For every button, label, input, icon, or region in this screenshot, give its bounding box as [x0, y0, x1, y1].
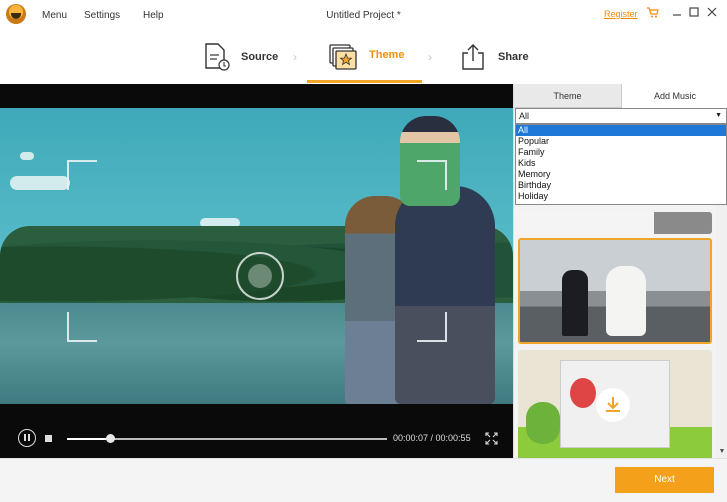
dropdown-option[interactable]: Birthday: [516, 180, 726, 191]
source-file-icon: [205, 43, 230, 71]
video-preview[interactable]: [0, 84, 513, 458]
theme-panel: Theme Add Music ▼ All ▼ All Popular Fami…: [513, 84, 727, 458]
stop-button[interactable]: [45, 435, 52, 442]
pause-button[interactable]: [18, 429, 36, 447]
fullscreen-icon[interactable]: [485, 432, 498, 445]
menu-help[interactable]: Help: [143, 10, 164, 21]
theme-thumbnail[interactable]: [518, 238, 712, 344]
theme-category-dropdown: All Popular Family Kids Memory Birthday …: [515, 124, 727, 205]
chevron-right-icon: ›: [428, 50, 432, 64]
dropdown-option[interactable]: Holiday: [516, 191, 726, 202]
dropdown-arrow-icon: ▼: [715, 112, 722, 119]
focus-corner: [417, 312, 447, 342]
seek-thumb[interactable]: [106, 434, 116, 443]
select-value: All: [519, 111, 530, 121]
video-frame: [0, 108, 513, 404]
theme-category-select[interactable]: All ▼: [515, 108, 727, 124]
download-button[interactable]: [596, 388, 630, 422]
app-logo-icon: [6, 4, 26, 24]
step-source-label: Source: [241, 51, 279, 63]
step-theme-label: Theme: [369, 49, 405, 61]
dropdown-option[interactable]: All: [516, 125, 726, 136]
register-link[interactable]: Register: [604, 9, 638, 19]
playback-controls: 00:00:07 / 00:00:55: [0, 420, 513, 458]
theme-thumbnail[interactable]: [518, 212, 712, 234]
bottom-bar: Next: [0, 458, 727, 502]
focus-corner: [417, 160, 447, 190]
focus-corner: [67, 160, 97, 190]
time-display: 00:00:07 / 00:00:55: [393, 433, 471, 443]
scroll-down-icon[interactable]: ▼: [716, 446, 727, 458]
download-icon: [606, 397, 620, 412]
maximize-icon[interactable]: [688, 6, 700, 18]
theme-star-icon: [329, 44, 357, 70]
chevron-right-icon: ›: [293, 50, 297, 64]
step-navigation: Source › Theme › Share: [0, 32, 727, 84]
next-button[interactable]: Next: [615, 467, 714, 493]
step-share-label: Share: [498, 51, 529, 63]
panel-tabs: Theme Add Music: [514, 84, 727, 108]
close-icon[interactable]: [706, 6, 718, 18]
tab-add-music[interactable]: Add Music: [621, 84, 727, 108]
center-play-icon[interactable]: [236, 252, 284, 300]
seek-progress: [67, 438, 111, 440]
active-step-indicator: [307, 80, 422, 83]
dropdown-option[interactable]: Popular: [516, 136, 726, 147]
theme-thumbnail[interactable]: [518, 350, 712, 458]
seek-slider[interactable]: [67, 434, 387, 443]
tab-theme[interactable]: Theme: [514, 84, 621, 108]
dropdown-option[interactable]: Memory: [516, 169, 726, 180]
minimize-icon[interactable]: [671, 6, 683, 18]
share-upload-icon: [462, 44, 484, 70]
menu-menu[interactable]: Menu: [42, 10, 67, 21]
cart-icon[interactable]: [647, 7, 659, 18]
focus-corner: [67, 312, 97, 342]
dropdown-option[interactable]: Kids: [516, 158, 726, 169]
title-bar: Menu Settings Help Untitled Project * Re…: [0, 0, 727, 32]
dropdown-option[interactable]: Family: [516, 147, 726, 158]
menu-settings[interactable]: Settings: [84, 10, 120, 21]
